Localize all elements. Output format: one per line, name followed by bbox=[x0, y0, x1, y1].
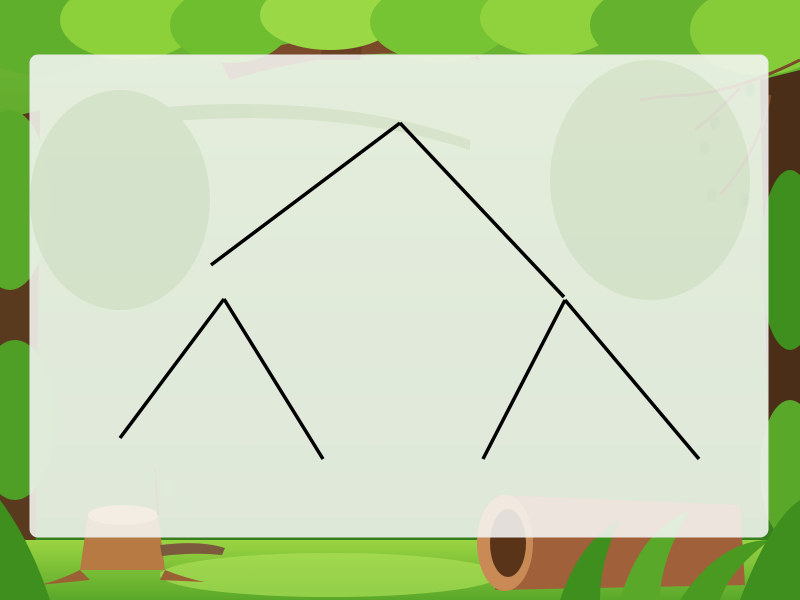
right-node-right-branch bbox=[563, 298, 701, 461]
left-node-right-branch bbox=[222, 298, 325, 460]
root-left-branch bbox=[209, 121, 402, 267]
root-right-branch bbox=[398, 121, 566, 299]
branch-diagram bbox=[118, 121, 701, 461]
right-node-left-branch bbox=[481, 299, 567, 460]
left-node-left-branch bbox=[118, 297, 226, 440]
